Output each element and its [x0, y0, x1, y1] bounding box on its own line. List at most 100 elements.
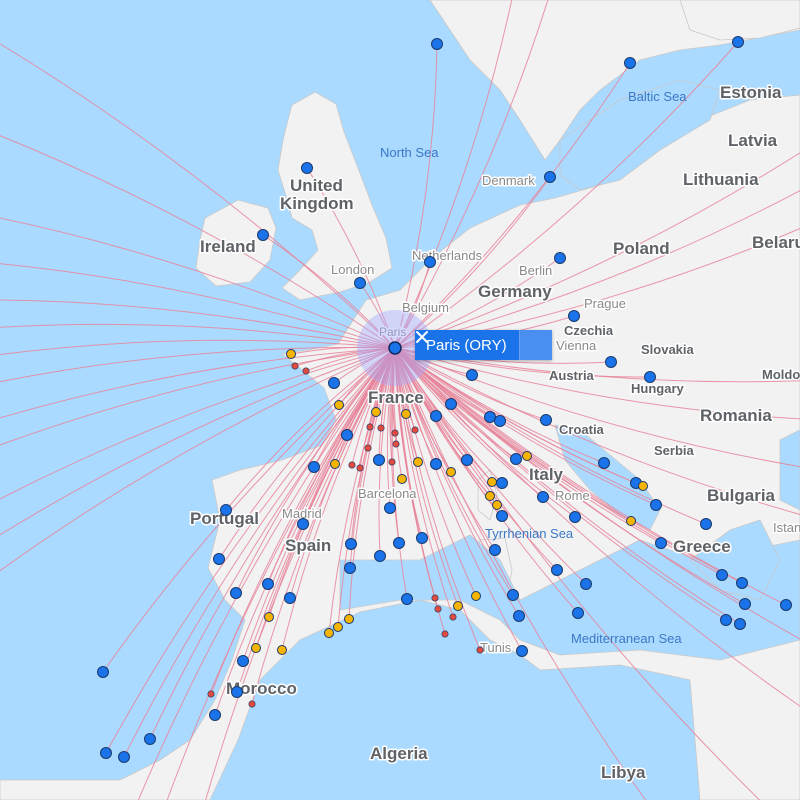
destination-marker-blue[interactable] — [97, 666, 109, 678]
destination-marker-blue[interactable] — [301, 162, 313, 174]
destination-marker-red[interactable] — [366, 423, 374, 431]
destination-marker-red[interactable] — [411, 426, 419, 434]
destination-marker-blue[interactable] — [739, 598, 751, 610]
destination-marker-yellow[interactable] — [344, 614, 354, 624]
destination-marker-blue[interactable] — [605, 356, 617, 368]
destination-marker-blue[interactable] — [510, 453, 522, 465]
destination-marker-blue[interactable] — [257, 229, 269, 241]
destination-marker-blue[interactable] — [220, 504, 232, 516]
destination-marker-yellow[interactable] — [334, 400, 344, 410]
destination-marker-blue[interactable] — [736, 577, 748, 589]
destination-marker-yellow[interactable] — [401, 409, 411, 419]
destination-marker-blue[interactable] — [489, 544, 501, 556]
destination-marker-blue[interactable] — [537, 491, 549, 503]
destination-marker-blue[interactable] — [554, 252, 566, 264]
destination-marker-blue[interactable] — [484, 411, 496, 423]
destination-marker-red[interactable] — [364, 444, 372, 452]
destination-marker-blue[interactable] — [572, 607, 584, 619]
destination-marker-blue[interactable] — [466, 369, 478, 381]
destination-marker-red[interactable] — [391, 429, 399, 437]
destination-marker-red[interactable] — [356, 464, 364, 472]
hub-marker-paris-ory[interactable] — [388, 341, 402, 355]
destination-marker-blue[interactable] — [209, 709, 221, 721]
destination-marker-red[interactable] — [207, 690, 215, 698]
destination-marker-blue[interactable] — [644, 371, 656, 383]
destination-marker-yellow[interactable] — [371, 407, 381, 417]
destination-marker-blue[interactable] — [430, 458, 442, 470]
destination-marker-red[interactable] — [291, 362, 299, 370]
destination-marker-blue[interactable] — [230, 587, 242, 599]
destination-marker-red[interactable] — [302, 367, 310, 375]
destination-marker-red[interactable] — [348, 461, 356, 469]
route-map[interactable]: Estonia Latvia Lithuania Belaru United K… — [0, 0, 800, 800]
destination-marker-yellow[interactable] — [277, 645, 287, 655]
destination-marker-blue[interactable] — [144, 733, 156, 745]
destination-marker-blue[interactable] — [624, 57, 636, 69]
destination-marker-red[interactable] — [377, 424, 385, 432]
destination-marker-blue[interactable] — [734, 618, 746, 630]
destination-marker-yellow[interactable] — [413, 457, 423, 467]
destination-marker-blue[interactable] — [416, 532, 428, 544]
destination-marker-blue[interactable] — [496, 477, 508, 489]
destination-marker-blue[interactable] — [231, 686, 243, 698]
destination-marker-blue[interactable] — [540, 414, 552, 426]
destination-marker-yellow[interactable] — [397, 474, 407, 484]
destination-marker-blue[interactable] — [237, 655, 249, 667]
destination-marker-blue[interactable] — [720, 614, 732, 626]
destination-marker-blue[interactable] — [424, 256, 436, 268]
destination-marker-blue[interactable] — [374, 550, 386, 562]
destination-marker-blue[interactable] — [569, 511, 581, 523]
destination-marker-blue[interactable] — [516, 645, 528, 657]
destination-marker-blue[interactable] — [655, 537, 667, 549]
destination-marker-red[interactable] — [434, 605, 442, 613]
destination-marker-yellow[interactable] — [264, 612, 274, 622]
destination-marker-blue[interactable] — [551, 564, 563, 576]
destination-marker-blue[interactable] — [780, 599, 792, 611]
destination-marker-red[interactable] — [388, 458, 396, 466]
destination-marker-red[interactable] — [476, 646, 484, 654]
destination-marker-blue[interactable] — [373, 454, 385, 466]
destination-marker-blue[interactable] — [213, 553, 225, 565]
destination-marker-blue[interactable] — [401, 593, 413, 605]
destination-marker-yellow[interactable] — [286, 349, 296, 359]
destination-marker-blue[interactable] — [650, 499, 662, 511]
destination-marker-yellow[interactable] — [522, 451, 532, 461]
destination-marker-blue[interactable] — [344, 562, 356, 574]
destination-marker-yellow[interactable] — [638, 481, 648, 491]
destination-marker-blue[interactable] — [341, 429, 353, 441]
destination-marker-blue[interactable] — [328, 377, 340, 389]
close-button[interactable] — [416, 330, 552, 360]
destination-marker-yellow[interactable] — [324, 628, 334, 638]
destination-marker-blue[interactable] — [700, 518, 712, 530]
destination-marker-blue[interactable] — [297, 518, 309, 530]
destination-marker-red[interactable] — [248, 700, 256, 708]
destination-marker-blue[interactable] — [513, 610, 525, 622]
destination-marker-yellow[interactable] — [251, 643, 261, 653]
destination-marker-red[interactable] — [441, 630, 449, 638]
destination-marker-blue[interactable] — [384, 502, 396, 514]
destination-marker-blue[interactable] — [507, 589, 519, 601]
destination-marker-blue[interactable] — [461, 454, 473, 466]
destination-marker-blue[interactable] — [598, 457, 610, 469]
destination-marker-red[interactable] — [449, 613, 457, 621]
destination-marker-blue[interactable] — [308, 461, 320, 473]
destination-marker-yellow[interactable] — [487, 477, 497, 487]
destination-marker-blue[interactable] — [430, 410, 442, 422]
destination-marker-red[interactable] — [431, 594, 439, 602]
destination-marker-blue[interactable] — [393, 537, 405, 549]
destination-marker-blue[interactable] — [100, 747, 112, 759]
destination-marker-yellow[interactable] — [330, 459, 340, 469]
destination-marker-blue[interactable] — [494, 415, 506, 427]
destination-marker-yellow[interactable] — [446, 467, 456, 477]
destination-marker-blue[interactable] — [354, 277, 366, 289]
destination-marker-yellow[interactable] — [471, 591, 481, 601]
destination-marker-yellow[interactable] — [492, 500, 502, 510]
destination-marker-blue[interactable] — [431, 38, 443, 50]
destination-marker-blue[interactable] — [544, 171, 556, 183]
destination-marker-blue[interactable] — [568, 310, 580, 322]
destination-marker-yellow[interactable] — [333, 622, 343, 632]
destination-marker-yellow[interactable] — [485, 491, 495, 501]
destination-marker-blue[interactable] — [445, 398, 457, 410]
destination-marker-blue[interactable] — [262, 578, 274, 590]
destination-marker-yellow[interactable] — [626, 516, 636, 526]
